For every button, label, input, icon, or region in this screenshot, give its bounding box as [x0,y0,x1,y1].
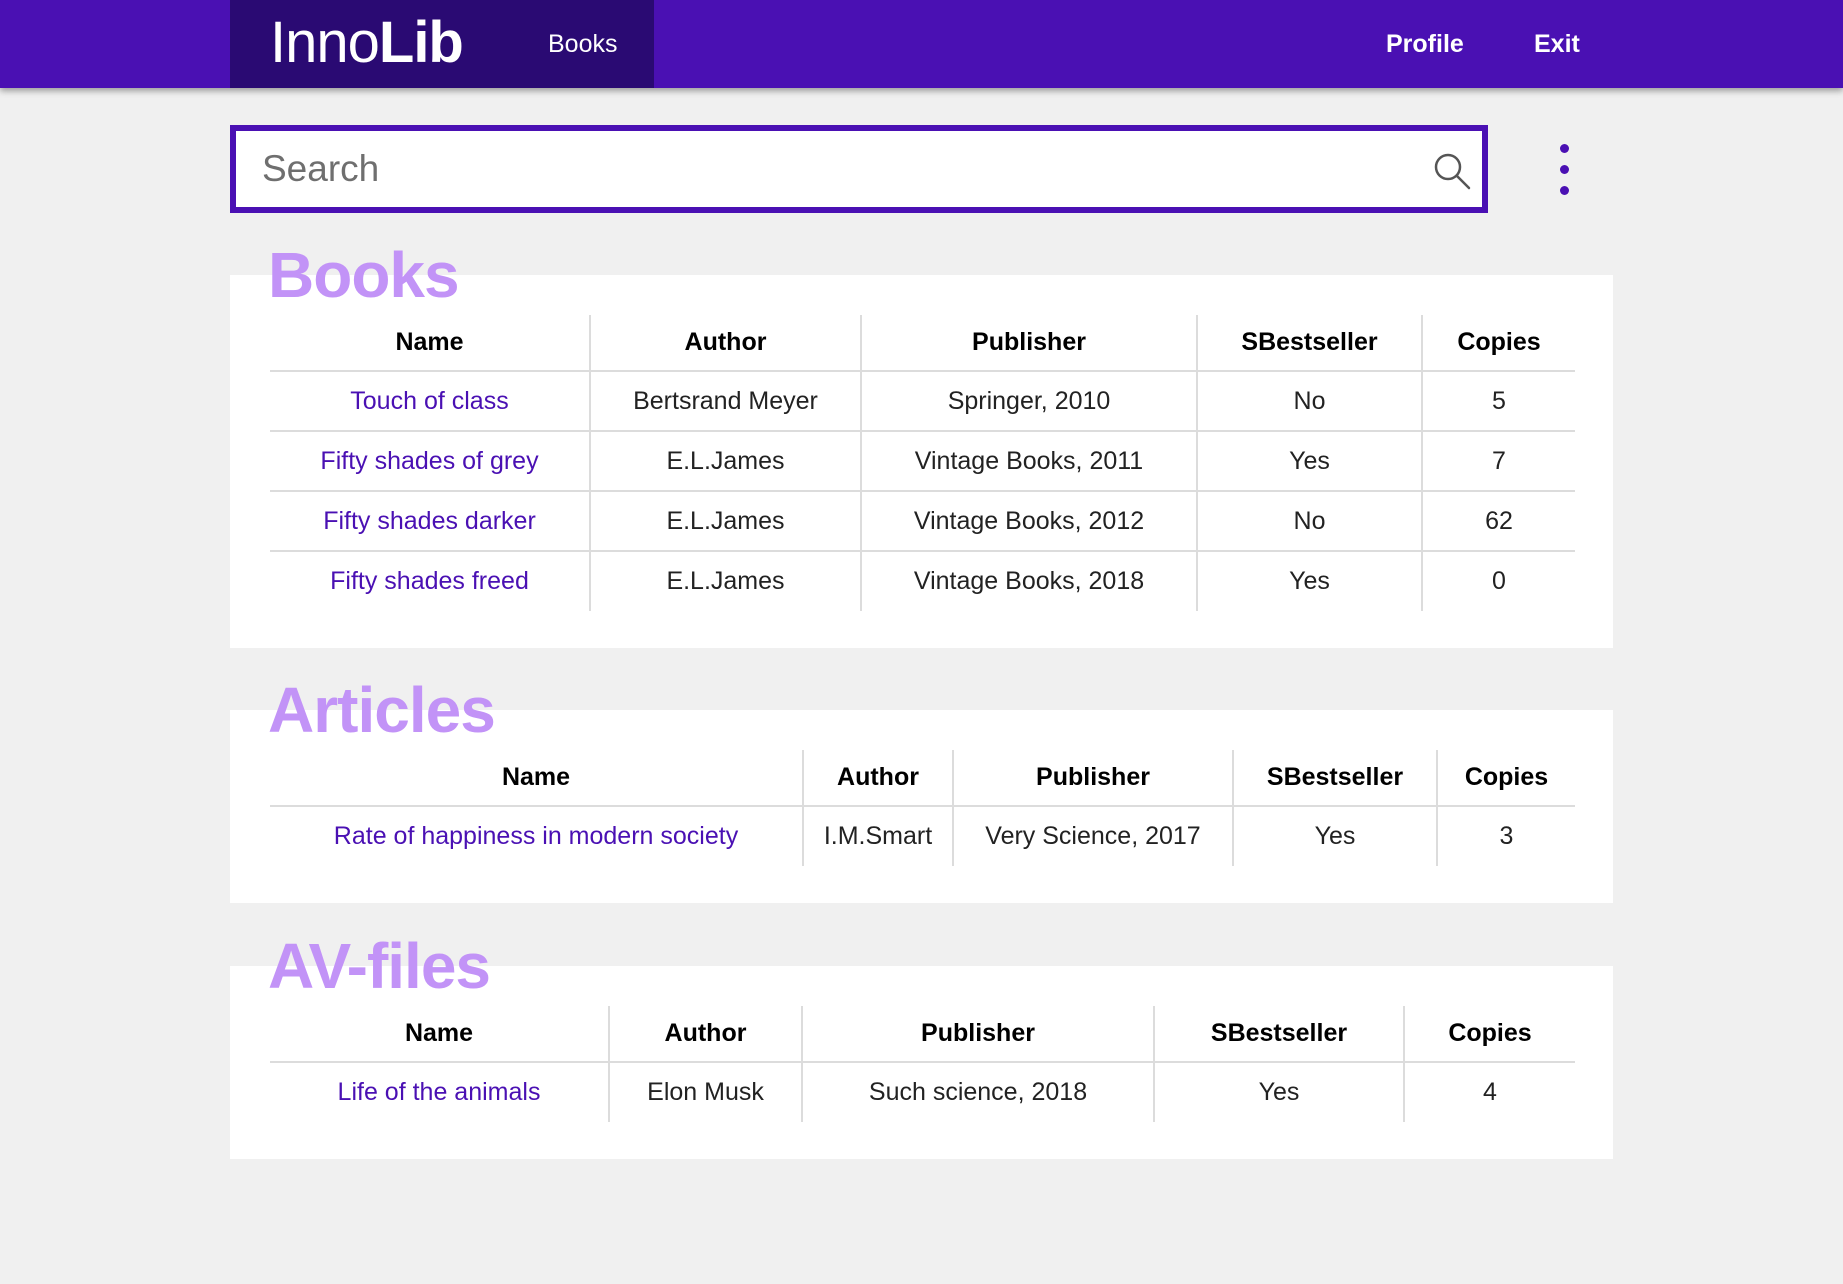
author-cell: I.M.Smart [803,806,954,866]
copies-cell: 3 [1499,822,1514,850]
bestseller-cell: No [1197,371,1423,432]
av-files-table: Name Author Publisher SBestseller Copies… [270,1006,1575,1122]
book-name-link[interactable]: Fifty shades of grey [270,431,591,492]
column-header-bestseller[interactable]: SBestseller [1154,1006,1405,1063]
books-panel: Name Author Publisher SBestseller Copies… [230,275,1613,648]
article-name-link[interactable]: Rate of happiness in modern society [270,806,804,866]
author-cell: E.L.James [590,551,862,611]
table-row: Fifty shades freed E.L.James Vintage Boo… [270,551,1575,611]
search-bar [230,125,1488,213]
top-navigation-bar: InnoLib Books Profile Exit [0,0,1843,88]
book-name-link[interactable]: Touch of class [270,371,591,432]
copies-cell: 5 [1422,371,1575,432]
book-name-link[interactable]: Fifty shades darker [270,491,591,552]
copies-cell: 62 [1422,491,1575,552]
bestseller-cell: Yes [1233,806,1438,866]
table-row: Fifty shades of grey E.L.James Vintage B… [270,431,1575,492]
book-name-link[interactable]: Fifty shades freed [270,551,591,611]
table-row: Life of the animals Elon Musk Such scien… [270,1062,1575,1122]
table-row: Fifty shades darker E.L.James Vintage Bo… [270,491,1575,552]
nav-books-link[interactable]: Books [548,0,617,88]
logo-light-text: Inno [270,10,380,75]
column-header-copies[interactable]: Copies [1437,750,1575,807]
author-cell: Bertsrand Meyer [590,371,862,432]
column-header-copies[interactable]: Copies [1404,1006,1575,1063]
search-icon[interactable] [1432,151,1472,191]
author-cell: Elon Musk [609,1062,803,1122]
av-file-name-link[interactable]: Life of the animals [270,1062,610,1122]
exit-link[interactable]: Exit [1534,0,1580,88]
bestseller-cell: Yes [1154,1062,1405,1122]
brand-block: InnoLib Books [230,0,654,88]
articles-section-title: Articles [268,674,496,746]
publisher-cell: Vintage Books, 2012 [861,491,1198,552]
books-section-title: Books [268,239,460,311]
profile-link[interactable]: Profile [1386,0,1464,88]
table-header-row: Name Author Publisher SBestseller Copies [270,750,1575,807]
column-header-publisher[interactable]: Publisher [802,1006,1155,1063]
publisher-cell: Very Science, 2017 [953,806,1234,866]
articles-table: Name Author Publisher SBestseller Copies… [270,750,1575,866]
publisher-cell: Vintage Books, 2018 [861,551,1198,611]
column-header-publisher[interactable]: Publisher [953,750,1234,807]
column-header-author[interactable]: Author [803,750,954,807]
innolib-logo[interactable]: InnoLib [270,8,464,78]
author-cell: E.L.James [590,431,862,492]
books-table: Name Author Publisher SBestseller Copies… [270,315,1575,611]
column-header-name[interactable]: Name [270,1006,610,1063]
column-header-publisher[interactable]: Publisher [861,315,1198,372]
column-header-bestseller[interactable]: SBestseller [1233,750,1438,807]
publisher-cell: Such science, 2018 [802,1062,1155,1122]
av-files-section-title: AV-files [268,930,491,1002]
publisher-cell: Vintage Books, 2011 [861,431,1198,492]
author-cell: E.L.James [590,491,862,552]
copies-cell: 4 [1483,1078,1497,1106]
column-header-author[interactable]: Author [590,315,862,372]
publisher-cell: Springer, 2010 [861,371,1198,432]
column-header-bestseller[interactable]: SBestseller [1197,315,1423,372]
table-row: Touch of class Bertsrand Meyer Springer,… [270,371,1575,432]
table-row: Rate of happiness in modern society I.M.… [270,806,1575,866]
more-vertical-icon[interactable] [1552,140,1578,200]
copies-cell: 0 [1492,567,1506,595]
column-header-author[interactable]: Author [609,1006,803,1063]
bestseller-cell: Yes [1197,431,1423,492]
table-header-row: Name Author Publisher SBestseller Copies [270,1006,1575,1063]
table-header-row: Name Author Publisher SBestseller Copies [270,315,1575,372]
bestseller-cell: No [1197,491,1423,552]
copies-cell: 7 [1422,431,1575,492]
column-header-copies[interactable]: Copies [1422,315,1575,372]
logo-bold-text: Lib [378,10,464,75]
column-header-name[interactable]: Name [270,315,591,372]
column-header-name[interactable]: Name [270,750,804,807]
bestseller-cell: Yes [1197,551,1423,611]
search-input[interactable] [262,131,1412,207]
